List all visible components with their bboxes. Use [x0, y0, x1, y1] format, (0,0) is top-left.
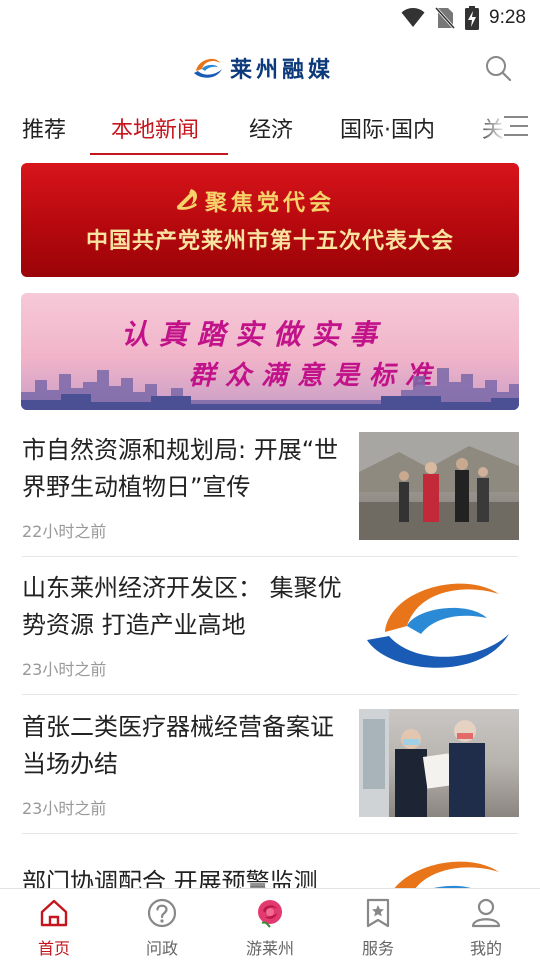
- nav-profile[interactable]: 我的: [432, 889, 540, 960]
- logo-mark-icon: [194, 58, 222, 78]
- status-icons: 9:28: [401, 6, 526, 30]
- banner-slogan[interactable]: 认真踏实做实事 群众满意是标准: [21, 293, 519, 410]
- nav-home[interactable]: 首页: [0, 889, 108, 960]
- rose-icon: [258, 900, 282, 928]
- news-time: 23小时之前: [22, 660, 107, 679]
- app-header: 莱州融媒: [0, 36, 540, 100]
- divider: [22, 694, 518, 695]
- nav-inquiry-label: 问政: [145, 939, 178, 958]
- nav-inquiry[interactable]: 问政: [108, 889, 216, 960]
- news-item[interactable]: 山东莱州经济开发区： 集聚优势资源 打造产业高地 23小时之前: [0, 570, 540, 708]
- tab-economy[interactable]: 经济: [249, 112, 293, 144]
- news-item[interactable]: 市自然资源和规划局: 开展“世界野生动植物日”宣传 22小时之前: [0, 432, 540, 570]
- nav-profile-label: 我的: [469, 939, 502, 958]
- no-sim-icon: [435, 7, 456, 29]
- news-time: 22小时之前: [22, 522, 107, 541]
- tab-recommend[interactable]: 推荐: [22, 112, 66, 144]
- news-time: 23小时之前: [22, 799, 107, 818]
- tab-international-domestic[interactable]: 国际·国内: [340, 112, 435, 144]
- nav-tour-laizhou[interactable]: 游莱州: [216, 889, 324, 960]
- news-thumbnail: [359, 709, 519, 817]
- category-tabs: 推荐 本地新闻 经济 国际·国内 关: [0, 100, 540, 156]
- news-thumbnail-logo: [359, 570, 519, 678]
- banner-slogan-line1: 认真踏实做实事: [121, 318, 388, 351]
- wifi-icon: [401, 8, 425, 27]
- banner-title: 聚焦党代会: [204, 190, 335, 216]
- logo-text: 莱州融媒: [230, 57, 335, 83]
- menu-icon[interactable]: [502, 114, 530, 138]
- banner-subtitle: 中国共产党莱州市第十五次代表大会: [85, 228, 454, 254]
- app-logo: 莱州融媒: [192, 52, 334, 84]
- news-thumbnail: [359, 432, 519, 540]
- home-icon: [40, 899, 68, 927]
- status-time: 9:28: [489, 7, 526, 28]
- news-item[interactable]: 首张二类医疗器械经营备案证当场办结 23小时之前: [0, 709, 540, 847]
- user-icon: [471, 898, 501, 928]
- news-title: 首张二类医疗器械经营备案证当场办结: [22, 713, 334, 778]
- banner-party-congress[interactable]: 聚焦党代会 中国共产党莱州市第十五次代表大会: [21, 163, 519, 277]
- bottom-navigation: 首页 问政 游莱州 服务 我的: [0, 888, 540, 960]
- nav-services-label: 服务: [361, 939, 394, 958]
- news-title: 市自然资源和规划局: 开展“世界野生动植物日”宣传: [22, 436, 339, 501]
- nav-home-label: 首页: [37, 939, 70, 958]
- news-title: 山东莱州经济开发区： 集聚优势资源 打造产业高地: [22, 574, 342, 639]
- active-tab-indicator: [90, 153, 228, 155]
- divider: [22, 833, 518, 834]
- bookmark-star-icon: [366, 898, 390, 928]
- battery-charging-icon: [465, 6, 480, 30]
- search-icon[interactable]: [484, 54, 512, 82]
- nav-tour-label: 游莱州: [245, 939, 294, 958]
- nav-services[interactable]: 服务: [324, 889, 432, 960]
- tab-local-news[interactable]: 本地新闻: [111, 112, 199, 144]
- status-bar: 9:28: [0, 0, 540, 36]
- question-icon: [147, 898, 177, 928]
- city-skyline-illustration: [21, 368, 519, 410]
- divider: [22, 556, 518, 557]
